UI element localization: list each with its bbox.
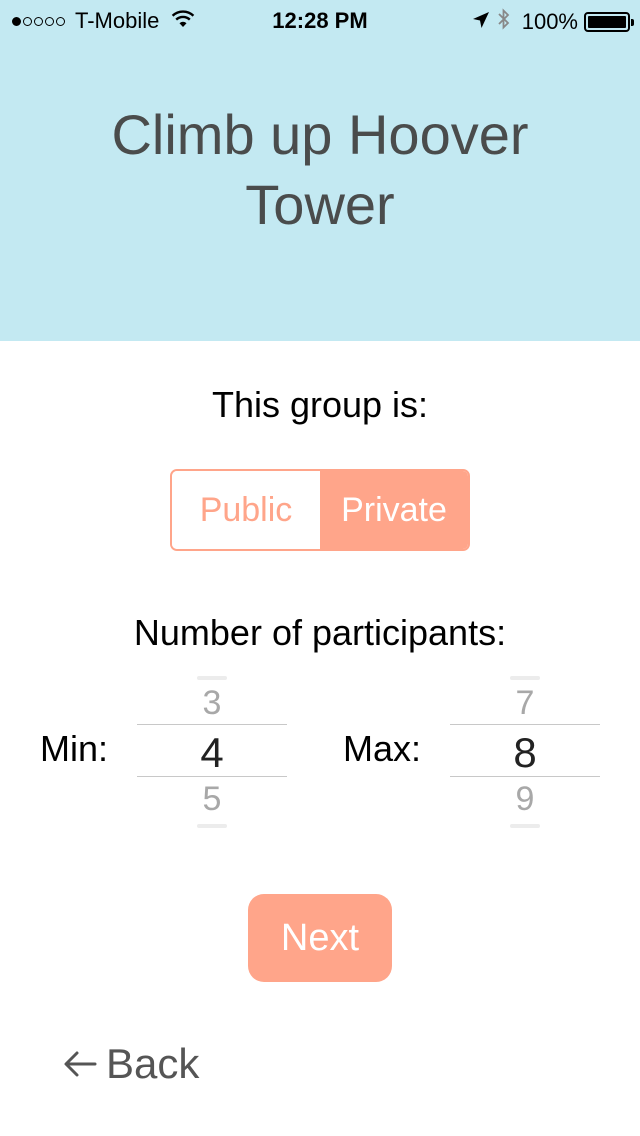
privacy-label: This group is: xyxy=(211,384,429,425)
picker-selected-value[interactable]: 8 xyxy=(450,729,600,777)
picker-option-next[interactable]: 9 xyxy=(450,780,600,819)
privacy-option-private[interactable]: Private xyxy=(320,471,468,549)
status-bar-right: 100% xyxy=(472,8,634,36)
picker-fade-edge xyxy=(510,824,540,828)
bluetooth-icon xyxy=(498,8,510,36)
back-label: Back xyxy=(106,1040,200,1087)
picker-selection-line xyxy=(450,776,600,777)
participants-label: Number of participants: xyxy=(133,612,507,653)
picker-option-next[interactable]: 5 xyxy=(137,780,287,819)
location-arrow-icon xyxy=(472,9,490,35)
picker-selected-value[interactable]: 4 xyxy=(137,729,287,777)
picker-selection-line xyxy=(137,724,287,725)
picker-fade-edge xyxy=(197,824,227,828)
privacy-option-public[interactable]: Public xyxy=(172,471,320,549)
page-title: Climb up Hoover Tower xyxy=(111,103,529,236)
arrow-left-icon xyxy=(62,1049,98,1079)
max-label: Max: xyxy=(343,728,422,769)
picker-selection-line xyxy=(137,776,287,777)
min-label: Min: xyxy=(40,728,109,769)
battery-percent: 100% xyxy=(521,9,578,34)
picker-option-previous[interactable]: 3 xyxy=(137,684,287,723)
picker-fade-edge xyxy=(510,676,540,680)
picker-fade-edge xyxy=(197,676,227,680)
picker-option-previous[interactable]: 7 xyxy=(450,684,600,723)
battery-icon xyxy=(584,12,634,32)
privacy-segmented-control: Public Private xyxy=(170,469,470,551)
header-banner: Climb up Hoover Tower xyxy=(0,0,640,341)
picker-selection-line xyxy=(450,724,600,725)
min-participants-picker[interactable]: 3 4 5 xyxy=(137,676,287,828)
status-bar: T-Mobile 12:28 PM 100% xyxy=(0,0,640,40)
max-participants-picker[interactable]: 7 8 9 xyxy=(450,676,600,828)
next-button[interactable]: Next xyxy=(248,894,392,982)
back-button[interactable]: Back xyxy=(62,1040,199,1088)
